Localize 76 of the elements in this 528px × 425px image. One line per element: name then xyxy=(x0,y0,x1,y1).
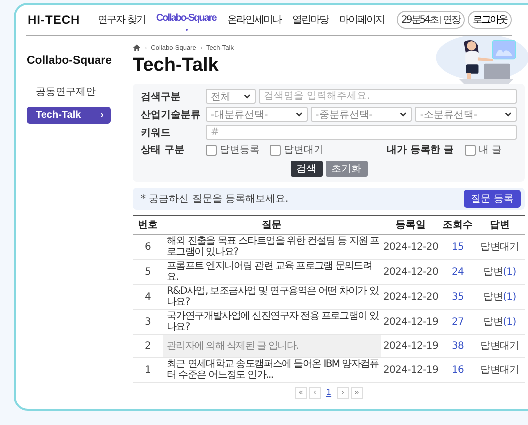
chevron-down-icon xyxy=(400,112,408,117)
nav-item[interactable]: 마이페이지 xyxy=(339,13,384,27)
table-cell: 2024-12-20 xyxy=(381,284,441,310)
page-button[interactable]: 1 xyxy=(323,387,335,399)
column-header: 등록일 xyxy=(381,216,441,234)
logout-button[interactable]: 로그아웃 xyxy=(468,11,512,29)
answer-status: 답변대기 xyxy=(475,234,525,260)
column-header: 질문 xyxy=(163,216,381,234)
field-label: 내가 등록한 글 xyxy=(387,144,454,157)
checkbox[interactable] xyxy=(464,144,476,156)
keyword-field[interactable]: # xyxy=(206,125,517,140)
table-cell: 5 xyxy=(133,260,163,284)
search-type-select[interactable]: 전체 xyxy=(206,89,256,104)
table-cell: 2024-12-19 xyxy=(381,334,441,358)
answer-status: 답변대기 xyxy=(475,334,525,358)
page-button[interactable]: » xyxy=(351,387,363,399)
answer-status: 답변대기 xyxy=(475,358,525,382)
page-button[interactable]: ‹ xyxy=(309,387,321,399)
question-link[interactable]: 최근 연세대학교 송도캠퍼스에 들어온 IBM 양자컴퓨터 수준은 어느정도 인가... xyxy=(163,358,381,382)
table-cell: 38 xyxy=(441,334,475,358)
table-cell: 3 xyxy=(133,310,163,334)
checkbox-label: 답변대기 xyxy=(284,144,324,157)
table-cell: 4 xyxy=(133,284,163,310)
search-button[interactable]: 검색 xyxy=(290,161,322,177)
category-select[interactable]: -대분류선택- xyxy=(206,107,308,122)
sidebar-item[interactable]: Tech-Talk › xyxy=(27,107,111,124)
checkbox[interactable] xyxy=(206,144,217,156)
field-label: 검색구분 xyxy=(141,90,182,104)
checkbox-label: 내 글 xyxy=(478,144,502,157)
session-timer: 29분54초 xyxy=(402,14,438,27)
page-title: Tech-Talk xyxy=(133,55,220,77)
nav-item[interactable]: 온라인세미나 xyxy=(227,13,282,27)
answer-status: 답변(1) xyxy=(475,260,525,284)
table-cell: 2024-12-20 xyxy=(381,260,441,284)
sidebar-title: Collabo-Square xyxy=(27,54,113,68)
column-header: 번호 xyxy=(133,216,163,234)
column-header: 조회수 xyxy=(441,216,475,234)
reset-button[interactable]: 초기화 xyxy=(326,161,368,177)
page-button[interactable]: › xyxy=(337,387,349,399)
table-cell: 24 xyxy=(441,260,475,284)
table-cell: 2024-12-20 xyxy=(381,234,441,260)
notice-text: * 궁금하신 질문을 등록해보세요. xyxy=(141,193,289,206)
chevron-down-icon xyxy=(296,112,303,117)
table-cell: 27 xyxy=(441,310,475,334)
field-label: 키워드 xyxy=(141,126,172,140)
chevron-down-icon xyxy=(244,94,251,99)
logo[interactable]: HI-TECH xyxy=(28,13,80,27)
field-label: 상태 구분 xyxy=(141,144,186,157)
table-cell: 2024-12-19 xyxy=(381,310,441,334)
table-cell: 1 xyxy=(133,358,163,382)
question-link[interactable]: R&D사업, 보조금사업 및 연구용역은 어떤 차이가 있나요? xyxy=(163,284,381,310)
nav-item[interactable]: 연구자 찾기 xyxy=(98,13,146,27)
nav-item[interactable]: 열린마당 xyxy=(292,13,328,27)
page-button[interactable]: « xyxy=(295,387,307,399)
question-link[interactable]: 프롬프트 엔지니어링 관련 교육 프로그램 문의드려요. xyxy=(163,260,381,284)
extend-link[interactable]: 연장 xyxy=(443,13,460,27)
category-select[interactable]: -소분류선택- xyxy=(415,107,518,122)
table-cell: 15 xyxy=(441,234,475,260)
column-header: 답변 xyxy=(475,216,525,234)
chevron-down-icon xyxy=(505,112,512,117)
home-icon[interactable] xyxy=(133,44,141,52)
table-cell: 2024-12-19 xyxy=(381,358,441,382)
deleted-post-cell: 관리자에 의해 삭제된 글 입니다. xyxy=(163,334,381,358)
table-cell: 6 xyxy=(133,234,163,260)
checkbox-label: 답변등록 xyxy=(220,144,260,157)
checkbox[interactable] xyxy=(270,144,281,156)
search-field[interactable]: 검색명을 입력해주세요. xyxy=(259,89,517,104)
table-cell: 35 xyxy=(441,284,475,310)
table-cell: 16 xyxy=(441,358,475,382)
category-select[interactable]: -중분류선택- xyxy=(310,107,412,122)
ask-question-button[interactable]: 질문 등록 xyxy=(464,190,521,208)
answer-status: 답변(1) xyxy=(475,310,525,334)
sidebar-item[interactable]: 공동연구제안 xyxy=(27,82,111,102)
question-link[interactable]: 해외 진출을 목표 스타트업을 위한 컨설팅 등 지원 프로그램이 있나요? xyxy=(163,234,381,260)
field-label: 산업기술분류 xyxy=(141,108,202,122)
answer-status: 답변(1) xyxy=(475,284,525,310)
